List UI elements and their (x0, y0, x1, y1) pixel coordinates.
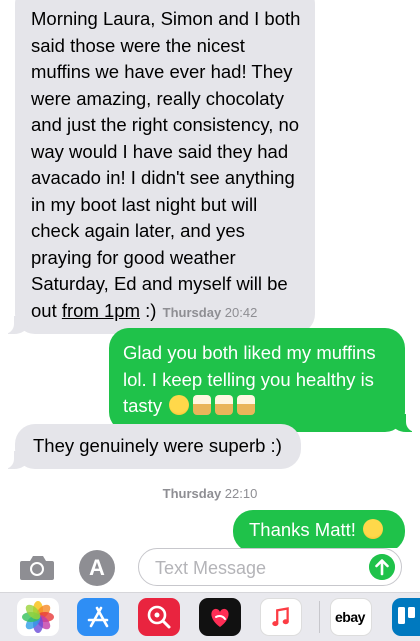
send-button[interactable] (369, 554, 395, 580)
message-text: They genuinely were superb :) (33, 435, 282, 456)
music-icon[interactable] (260, 598, 302, 636)
trello-icon[interactable] (392, 598, 420, 636)
ebay-label: ebay (335, 609, 365, 625)
timestamp: Thursday 22:10 (162, 486, 258, 501)
bubble-tail (2, 448, 28, 469)
message-input[interactable] (138, 548, 402, 586)
camera-icon[interactable] (18, 554, 56, 582)
outgoing-message-bubble[interactable]: Glad you both liked my muffins lol. I ke… (109, 328, 418, 432)
app-store-icon[interactable]: A (79, 550, 115, 586)
app-store-icon[interactable] (77, 598, 119, 636)
cupcake-emoji-icon (193, 395, 212, 415)
message-text: Thanks Matt! (249, 519, 356, 540)
cupcake-emoji-icon (237, 395, 256, 415)
cupcake-emoji-icon (215, 395, 234, 415)
laughing-emoji-icon (169, 395, 190, 415)
photos-icon[interactable] (17, 598, 59, 636)
bubble-tail (392, 411, 418, 432)
text-message-field[interactable] (153, 555, 357, 581)
timestamp: Thursday 20:42 (162, 305, 258, 320)
message-text: Morning Laura, Simon and I both said tho… (31, 8, 301, 321)
message-thread[interactable]: Morning Laura, Simon and I both said tho… (0, 0, 420, 548)
incoming-message-bubble[interactable]: They genuinely were superb :) (2, 424, 301, 469)
smiling-emoji-icon (363, 519, 384, 539)
digital-touch-icon[interactable] (199, 598, 241, 636)
drawer-divider (319, 601, 320, 633)
outgoing-message-bubble[interactable]: Thanks Matt! (233, 510, 405, 548)
incoming-message-bubble[interactable]: Morning Laura, Simon and I both said tho… (2, 0, 315, 334)
image-search-icon[interactable] (138, 598, 180, 636)
ebay-icon[interactable]: ebay (330, 598, 372, 636)
